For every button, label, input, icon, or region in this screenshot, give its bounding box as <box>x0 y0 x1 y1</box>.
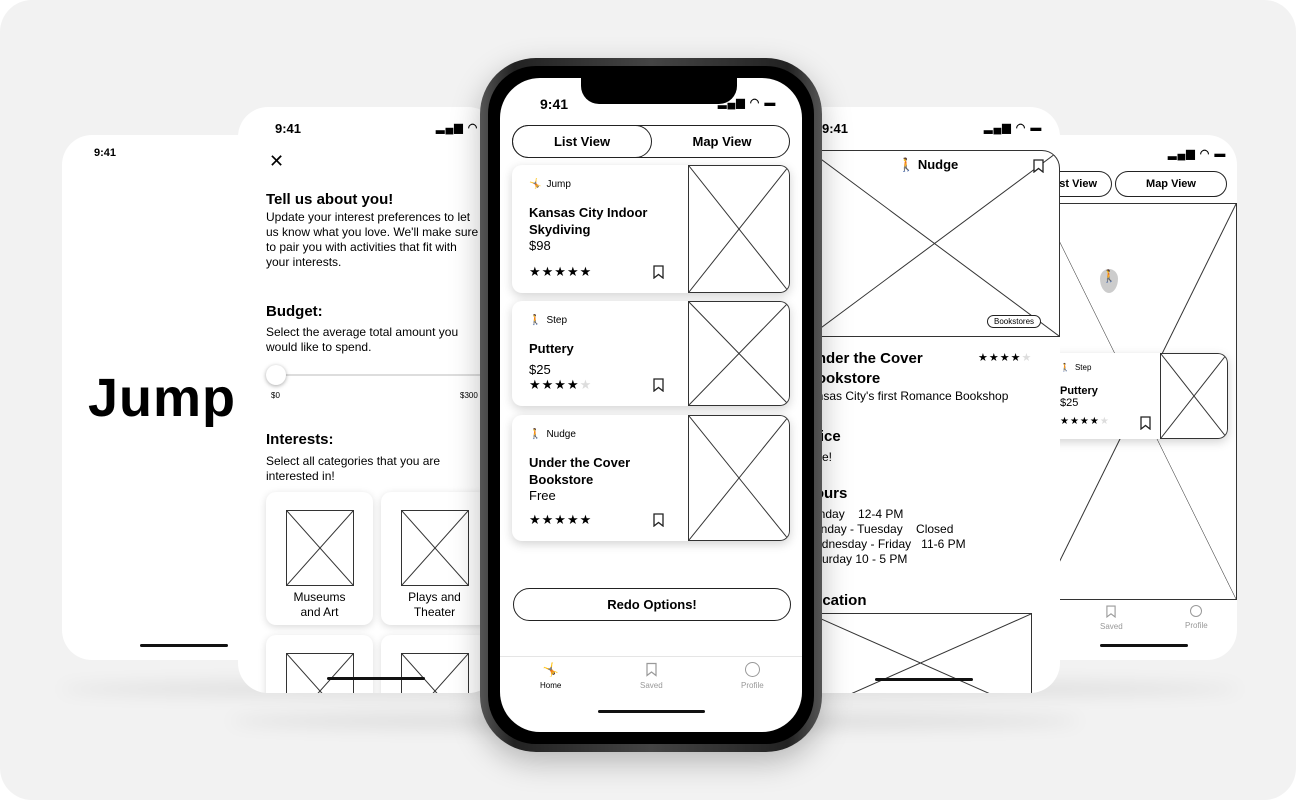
status-time: 9:41 <box>94 147 117 159</box>
rating-stars: ★★★★★ <box>529 377 593 392</box>
view-toggle: List View Map View <box>512 125 790 158</box>
bookmark-icon[interactable] <box>653 513 664 527</box>
budget-min: $0 <box>271 391 280 400</box>
card-price: $25 <box>529 362 551 377</box>
rating-stars: ★★★★★ <box>1060 416 1110 427</box>
intro-text: Update your interest preferences to let … <box>266 210 479 269</box>
image-placeholder <box>688 415 790 541</box>
interests-title: Interests: <box>266 431 334 448</box>
rating-stars: ★★★★★ <box>978 352 1033 364</box>
phone-frame: 9:41 ▂▄▆ ◠ ▬ List View Map View 🤸 Jump Ka… <box>480 58 822 752</box>
page-title: Tell us about you! <box>266 191 394 208</box>
card-price: Free <box>529 488 556 503</box>
hours-list: Sunday 12-4 PM Monday - Tuesday Closed Wed… <box>804 507 966 566</box>
walker-icon: 🚶 <box>529 315 542 326</box>
category-chip[interactable]: Bookstores <box>987 315 1042 328</box>
interests-desc: Select all categories that you are inter… <box>266 454 441 483</box>
showcase-background: 9:41 Jump ▂▄▆ ◠ ▬ List View Map View 🚶 🚶… <box>0 0 1296 800</box>
profile-icon <box>744 662 760 677</box>
budget-max: $300 <box>460 391 478 400</box>
map-view-tab[interactable]: Map View <box>1115 171 1227 197</box>
status-time: 9:41 <box>822 121 849 136</box>
card-title: Kansas City Indoor Skydiving <box>529 205 648 237</box>
image-placeholder <box>401 510 469 586</box>
card-price: $25 <box>1060 397 1079 409</box>
brand-logo: Jump <box>88 368 237 428</box>
image-placeholder <box>688 301 790 406</box>
image-placeholder <box>286 653 354 693</box>
person-icon: 🚶 <box>898 157 915 172</box>
image-placeholder <box>688 165 790 293</box>
detail-subtitle: Kansas City's first Romance Bookshop <box>802 389 1009 403</box>
home-indicator <box>598 710 705 713</box>
bookmark-icon[interactable] <box>1140 416 1151 430</box>
list-view-tab[interactable]: List View <box>512 125 652 158</box>
image-placeholder <box>1160 353 1228 439</box>
nav-profile[interactable]: Profile <box>1185 605 1208 630</box>
bookmark-icon[interactable] <box>653 265 664 279</box>
home-screen: 9:41 ▂▄▆ ◠ ▬ List View Map View 🤸 Jump Ka… <box>500 78 802 732</box>
rating-stars: ★★★★★ <box>529 512 593 527</box>
skydiver-icon: 🤸 <box>542 662 559 677</box>
status-icons: ▂▄▆ ◠ ▬ <box>718 97 777 109</box>
nav-saved[interactable]: Saved <box>1100 605 1123 631</box>
bookmark-icon[interactable] <box>1033 159 1044 173</box>
activity-card[interactable]: 🤸 Jump Kansas City Indoor Skydiving $98 ★… <box>512 165 790 293</box>
walker-icon: 🚶 <box>1060 363 1070 372</box>
detail-screen: 9:41 ▂▄▆ ◠ ▬ 🚶 Nudge Bookstores Under th… <box>800 107 1060 693</box>
status-time: 9:41 <box>540 96 569 112</box>
home-indicator <box>327 677 425 680</box>
home-indicator <box>875 678 973 681</box>
budget-title: Budget: <box>266 303 323 320</box>
location-map-placeholder[interactable] <box>810 613 1032 693</box>
slider-thumb[interactable] <box>266 365 286 385</box>
home-indicator <box>140 644 228 647</box>
tab-bar-divider <box>500 656 802 657</box>
redo-options-button[interactable]: Redo Options! <box>513 588 791 621</box>
rating-stars: ★★★★★ <box>529 264 593 279</box>
card-title: Puttery <box>529 341 574 356</box>
interest-tile[interactable] <box>266 635 373 693</box>
tile-label: Plays and Theater <box>408 590 461 619</box>
status-time: 9:41 <box>275 121 302 136</box>
card-category: 🚶 Step <box>1060 363 1092 372</box>
activity-card[interactable]: 🚶 Nudge Under the Cover Bookstore Free ★★… <box>512 415 790 541</box>
image-placeholder <box>401 653 469 693</box>
status-icons: ▂▄▆ ◠ ▬ <box>984 122 1043 134</box>
profile-icon <box>1190 605 1203 617</box>
bookmark-icon <box>1106 605 1116 618</box>
category-header: 🚶 Nudge <box>898 157 959 173</box>
interest-tile[interactable]: Plays and Theater <box>381 492 488 625</box>
hero-image-placeholder <box>810 150 1060 337</box>
budget-slider[interactable] <box>270 374 485 376</box>
bookmark-icon[interactable] <box>653 378 664 392</box>
close-icon[interactable]: ✕ <box>269 151 284 172</box>
interest-tile[interactable]: Museums and Art <box>266 492 373 625</box>
nav-profile[interactable]: Profile <box>741 662 764 690</box>
card-category: 🚶 Nudge <box>529 429 576 440</box>
status-icons: ▂▄▆ ◠ ▬ <box>1168 148 1227 160</box>
person-icon: 🚶 <box>529 429 542 440</box>
home-indicator <box>1100 644 1188 647</box>
interest-tile[interactable] <box>381 635 488 693</box>
skydiver-icon: 🤸 <box>529 179 542 190</box>
activity-card[interactable]: 🚶 Step Puttery $25 ★★★★★ <box>512 301 790 406</box>
card-price: $98 <box>529 238 551 253</box>
card-title: Under the Cover Bookstore <box>529 455 631 487</box>
card-category: 🚶 Step <box>529 315 568 326</box>
tile-label: Museums and Art <box>293 590 346 619</box>
nav-home[interactable]: 🤸 Home <box>540 662 561 690</box>
preferences-screen: 9:41 ▂▄▆ ◠ ▬ ✕ Tell us about you! Update… <box>238 107 498 693</box>
bookmark-icon <box>646 662 657 677</box>
map-activity-card[interactable]: 🚶 Step Puttery $25 ★★★★★ <box>1040 353 1228 439</box>
notch <box>581 78 737 104</box>
map-view-tab[interactable]: Map View <box>653 134 791 149</box>
image-placeholder <box>286 510 354 586</box>
card-category: 🤸 Jump <box>529 179 571 190</box>
nav-saved[interactable]: Saved <box>640 662 663 690</box>
detail-title: Under the Cover Bookstore <box>806 350 923 387</box>
budget-desc: Select the average total amount you woul… <box>266 325 459 354</box>
